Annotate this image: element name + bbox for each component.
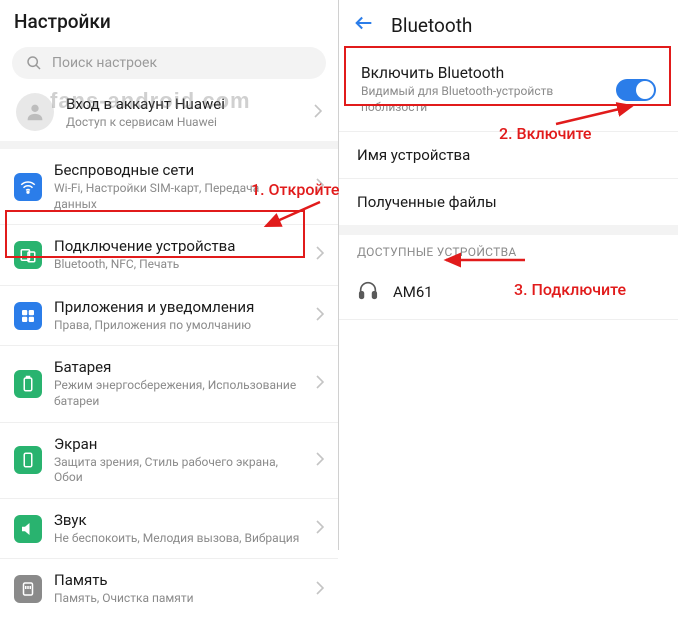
apps-icon: [14, 302, 42, 330]
search-placeholder: Поиск настроек: [52, 55, 157, 71]
account-row[interactable]: Вход в аккаунт Huawei Доступ к сервисам …: [0, 89, 338, 149]
available-devices-label: ДОСТУПНЫЕ УСТРОЙСТВА: [339, 235, 678, 265]
bluetooth-enable-row[interactable]: Включить Bluetooth Видимый для Bluetooth…: [349, 54, 668, 125]
avatar: [16, 93, 54, 131]
item-title: Приложения и уведомления: [54, 298, 304, 316]
settings-item-storage[interactable]: Память Память, Очистка памяти: [0, 559, 338, 619]
row-title: Имя устройства: [357, 146, 470, 164]
item-subtitle: Память, Очистка памяти: [54, 591, 304, 607]
item-title: Подключение устройства: [54, 237, 304, 255]
item-subtitle: Режим энергосбережения, Использование ба…: [54, 378, 304, 409]
search-input[interactable]: Поиск настроек: [12, 47, 326, 79]
display-icon: [14, 446, 42, 474]
chevron-right-icon: [316, 580, 324, 599]
chevron-right-icon: [316, 177, 324, 196]
item-title: Звук: [54, 511, 304, 529]
settings-item-display[interactable]: Экран Защита зрения, Стиль рабочего экра…: [0, 423, 338, 499]
device-row-am61[interactable]: AM61: [339, 265, 678, 320]
bluetooth-panel: Bluetooth Включить Bluetooth Видимый для…: [339, 0, 678, 550]
wifi-icon: [14, 173, 42, 201]
settings-item-device-connection[interactable]: Подключение устройства Bluetooth, NFC, П…: [0, 225, 338, 286]
item-title: Беспроводные сети: [54, 161, 304, 179]
item-subtitle: Права, Приложения по умолчанию: [54, 318, 304, 334]
chevron-right-icon: [314, 103, 322, 122]
bluetooth-enable-subtitle: Видимый для Bluetooth-устройств поблизос…: [361, 84, 608, 115]
settings-item-sound[interactable]: Звук Не беспокоить, Мелодия вызова, Вибр…: [0, 499, 338, 560]
storage-icon: [14, 575, 42, 603]
search-icon: [26, 55, 42, 71]
bluetooth-toggle[interactable]: [616, 79, 656, 101]
settings-item-apps[interactable]: Приложения и уведомления Права, Приложен…: [0, 286, 338, 347]
headphones-icon: [357, 279, 379, 305]
chevron-right-icon: [316, 306, 324, 325]
bluetooth-title: Bluetooth: [391, 14, 472, 37]
battery-icon: [14, 370, 42, 398]
sound-icon: [14, 515, 42, 543]
item-title: Экран: [54, 435, 304, 453]
settings-title: Настройки: [0, 0, 338, 41]
account-subtitle: Доступ к сервисам Huawei: [66, 115, 302, 129]
bluetooth-enable-title: Включить Bluetooth: [361, 64, 608, 82]
settings-item-battery[interactable]: Батарея Режим энергосбережения, Использо…: [0, 346, 338, 422]
item-title: Память: [54, 571, 304, 589]
device-name: AM61: [393, 283, 433, 301]
arrow-left-icon: [353, 12, 375, 34]
chevron-right-icon: [316, 519, 324, 538]
settings-item-wireless[interactable]: Беспроводные сети Wi-Fi, Настройки SIM-к…: [0, 149, 338, 225]
item-subtitle: Bluetooth, NFC, Печать: [54, 257, 304, 273]
bluetooth-received-files-row[interactable]: Полученные файлы: [339, 179, 678, 225]
chevron-right-icon: [316, 451, 324, 470]
chevron-right-icon: [316, 374, 324, 393]
item-title: Батарея: [54, 358, 304, 376]
row-title: Полученные файлы: [357, 193, 497, 211]
item-subtitle: Wi-Fi, Настройки SIM-карт, Передача данн…: [54, 181, 304, 212]
item-subtitle: Не беспокоить, Мелодия вызова, Вибрация: [54, 531, 304, 547]
device-connection-icon: [14, 241, 42, 269]
bluetooth-device-name-row[interactable]: Имя устройства: [339, 132, 678, 179]
item-subtitle: Защита зрения, Стиль рабочего экрана, Об…: [54, 455, 304, 486]
settings-panel: Настройки Поиск настроек Вход в аккаунт …: [0, 0, 339, 550]
chevron-right-icon: [316, 245, 324, 264]
account-title: Вход в аккаунт Huawei: [66, 95, 302, 113]
back-button[interactable]: [353, 12, 375, 38]
